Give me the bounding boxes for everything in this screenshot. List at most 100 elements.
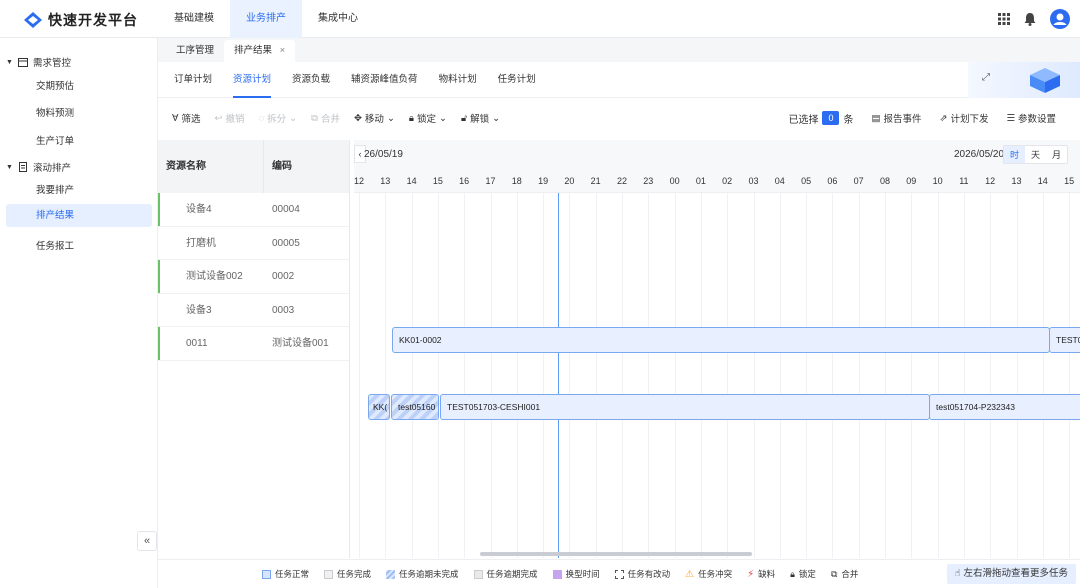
topnav-integration[interactable]: 集成中心: [302, 0, 374, 38]
page-tab-process[interactable]: 工序管理: [166, 40, 224, 62]
hour-tick-label: 14: [1037, 176, 1048, 186]
parameter-settings-button[interactable]: ☰ 参数设置: [1006, 111, 1056, 126]
split-label: 拆分: [267, 114, 287, 125]
col-code: 编码: [272, 161, 292, 172]
hour-tick-label: 02: [722, 176, 733, 186]
filter-button[interactable]: ∀ 筛选: [172, 111, 201, 126]
sidebar-item-material-forecast[interactable]: 物料预测: [36, 105, 74, 119]
app-title: 快速开发平台: [48, 12, 138, 28]
close-icon[interactable]: ×: [280, 45, 286, 56]
row-name: 0011: [186, 338, 208, 349]
row-name: 测试设备002: [186, 271, 243, 282]
date-right: 2026/05/20: [954, 149, 1005, 160]
task-bar[interactable]: TEST05: [1049, 327, 1080, 353]
subtab-resource-plan[interactable]: 资源计划: [233, 62, 272, 98]
sidebar-item-production-order[interactable]: 生产订单: [36, 133, 74, 147]
sidebar-item-my-scheduling[interactable]: 我要排产: [36, 182, 74, 196]
row-name: 打磨机: [186, 237, 216, 249]
hour-tick-label: 09: [906, 176, 917, 186]
topnav-modeling[interactable]: 基础建模: [158, 0, 230, 38]
hour-tick-label: 01: [695, 176, 706, 186]
unit-hour[interactable]: 时: [1003, 146, 1025, 163]
grid-line: [753, 193, 755, 558]
page-tab-result[interactable]: 排产结果 ×: [224, 40, 296, 62]
lock-button[interactable]: 🔒︎ 锁定 ⌄: [409, 111, 447, 126]
task-bar[interactable]: test051704-P232343: [929, 394, 1080, 420]
move-button[interactable]: ✥ 移动 ⌄: [354, 111, 395, 126]
table-row[interactable]: 测试设备002 0002: [158, 260, 349, 294]
expand-icon[interactable]: ⤢: [982, 72, 990, 83]
sidebar-collapse-button[interactable]: «: [137, 531, 157, 551]
hour-tick-label: 18: [511, 176, 522, 186]
report-label: 报告事件: [883, 114, 922, 125]
subtab-material-plan[interactable]: 物料计划: [439, 62, 477, 98]
unit-month[interactable]: 月: [1046, 146, 1067, 163]
subtab-order-plan[interactable]: 订单计划: [174, 62, 212, 98]
grid-line: [937, 193, 939, 558]
task-bar[interactable]: test05160: [391, 394, 439, 420]
user-avatar-icon[interactable]: [1050, 9, 1070, 29]
sidebar-item-delivery-estimate[interactable]: 交期预估: [36, 78, 74, 92]
unit-day[interactable]: 天: [1025, 146, 1046, 163]
page-tab-bar: 工序管理 排产结果 ×: [158, 38, 1080, 62]
task-bar[interactable]: KK01-0002: [392, 327, 1050, 353]
legend-swatch: [262, 569, 271, 579]
table-row[interactable]: 设备4 00004: [158, 193, 349, 227]
scrollbar-thumb[interactable]: [480, 552, 752, 556]
document-icon: [18, 162, 27, 172]
table-row[interactable]: 打磨机 00005: [158, 227, 349, 260]
scroll-hint: ☝ 左右滑拖动查看更多任务: [946, 564, 1076, 584]
dispatch-plan-button[interactable]: ⇗ 计划下发: [939, 111, 988, 126]
split-button[interactable]: ◌ 拆分 ⌄: [259, 111, 298, 126]
merge-button[interactable]: ⧉ 合并: [311, 111, 340, 126]
subtab-task-plan[interactable]: 任务计划: [498, 62, 536, 98]
logo-icon: [24, 12, 42, 28]
legend-label: 任务正常: [275, 569, 310, 579]
row-name: 设备3: [186, 304, 212, 316]
hour-tick-label: 03: [748, 176, 759, 186]
scroll-hint-label: 左右滑拖动查看更多任务: [963, 568, 1068, 579]
sidebar-item-task-report[interactable]: 任务报工: [36, 238, 74, 252]
table-header: 资源名称 编码: [158, 140, 349, 193]
subtab-resource-load[interactable]: 资源负载: [292, 62, 330, 98]
sidebar-group-label: 需求管控: [32, 58, 71, 69]
table-row[interactable]: 0011 测试设备001: [158, 327, 349, 361]
grid-line: [832, 193, 834, 558]
undo-button[interactable]: ↩ 撤销: [215, 111, 245, 126]
unlock-label: 解锁: [470, 114, 490, 125]
report-event-button[interactable]: ▤ 报告事件: [871, 111, 922, 126]
chevron-down-icon: ⌄: [386, 112, 395, 124]
hour-tick-label: 07: [853, 176, 864, 186]
warning-icon: ⚠: [685, 568, 695, 580]
task-bar[interactable]: TEST051703-CESHI001: [440, 394, 930, 420]
unlock-button[interactable]: 🔓︎ 解锁 ⌄: [461, 111, 501, 126]
chevron-down-icon: ⌄: [492, 112, 501, 124]
hour-tick-label: 06: [827, 176, 838, 186]
horizontal-scrollbar[interactable]: [354, 551, 1080, 557]
fullscreen-banner[interactable]: ⤢: [968, 62, 1080, 98]
sidebar-group-demand[interactable]: ▼ 需求管控: [6, 55, 71, 69]
row-code: 测试设备001: [272, 338, 329, 349]
legend-overdue-finished: 任务逾期完成: [473, 568, 538, 580]
sidebar-group-rolling[interactable]: ▼ 滚动排产: [6, 160, 71, 174]
app-logo[interactable]: 快速开发平台: [24, 10, 138, 30]
grid-line: [963, 193, 965, 558]
table-row[interactable]: 设备3 0003: [158, 294, 349, 327]
task-bar[interactable]: KK(: [368, 394, 390, 420]
grid-line: [648, 193, 650, 558]
selected-count-badge: 0: [822, 111, 840, 125]
grid-line: [1016, 193, 1018, 558]
hour-tick-label: 10: [932, 176, 943, 186]
chevron-down-icon: ⌄: [438, 112, 447, 124]
report-icon: ▤: [871, 112, 881, 124]
legend-label: 任务逾期完成: [486, 569, 538, 579]
grid-line: [516, 193, 518, 558]
bell-icon[interactable]: [1024, 12, 1036, 26]
apps-grid-icon[interactable]: [998, 13, 1010, 25]
topnav-scheduling[interactable]: 业务排产: [230, 0, 302, 38]
legend-overdue-unfinished: 任务逾期未完成: [386, 568, 459, 580]
sidebar-item-scheduling-result[interactable]: 排产结果: [6, 204, 152, 227]
subtab-aux-resource-peak[interactable]: 辅资源峰值负荷: [351, 62, 418, 98]
sidebar-group-label: 滚动排产: [32, 163, 71, 174]
gantt-chart[interactable]: ‹ 26/05/19 2026/05/20 时 天 月 12 13 14 15 16 17…: [354, 140, 1080, 558]
